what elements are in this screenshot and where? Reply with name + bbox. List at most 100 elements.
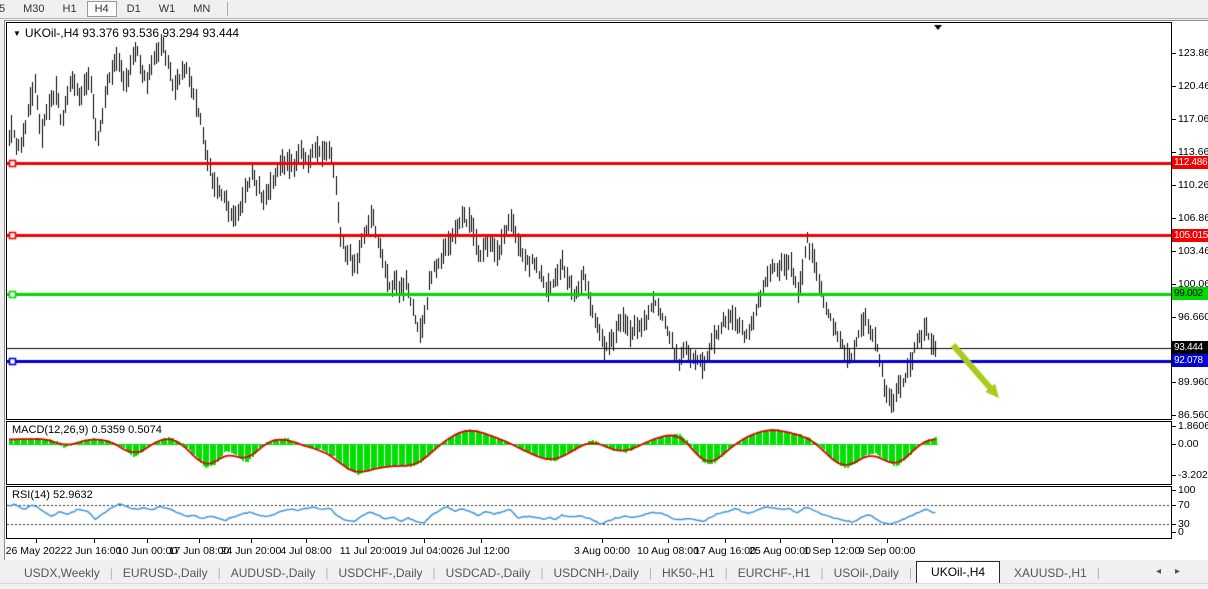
tab-separator: | <box>1097 566 1100 583</box>
time-axis-label: 24 Jun 20:00 <box>221 545 282 557</box>
rsi-axis-label: 0 <box>1178 526 1184 538</box>
tab-eurchf-h1[interactable]: EURCHF-,H1 <box>728 563 821 583</box>
tab-usdx-weekly[interactable]: USDX,Weekly <box>14 563 110 583</box>
macd-axis-tick <box>1171 444 1176 445</box>
timeframe-h1-button[interactable]: H1 <box>55 1 85 17</box>
time-axis-tick <box>481 539 482 543</box>
chart-title-text: UKOil-,H4 93.376 93.536 93.294 93.444 <box>25 26 239 40</box>
price-axis-tick <box>1171 185 1176 186</box>
price-axis-label: 110.260 <box>1178 179 1208 191</box>
tab-ukoil-h4[interactable]: UKOil-,H4 <box>916 561 1000 583</box>
rsi-label: RSI(14) 52.9632 <box>12 489 93 501</box>
tab-xauusd-h1[interactable]: XAUUSD-,H1 <box>1004 563 1097 583</box>
tab-separator: | <box>909 566 912 583</box>
time-axis-label: 19 Jul 04:00 <box>395 545 452 557</box>
time-axis-label: 25 Aug 00:00 <box>749 545 811 557</box>
price-axis-tick <box>1171 251 1176 252</box>
price-tag-93-444: 93.444 <box>1172 341 1208 354</box>
price-axis-label: 120.460 <box>1178 80 1208 92</box>
price-axis-tick <box>1171 317 1176 318</box>
rsi-axis-label: 100 <box>1178 484 1196 496</box>
price-tag-105-015: 105.015 <box>1172 229 1208 242</box>
time-axis-label: 10 Aug 08:00 <box>637 545 699 557</box>
timeframe-m30-button[interactable]: M30 <box>15 1 52 17</box>
tab-usdchf-daily[interactable]: USDCHF-,Daily <box>329 563 433 583</box>
price-tag-112-486: 112.486 <box>1172 156 1208 169</box>
price-axis-label: 89.960 <box>1178 376 1208 388</box>
macd-axis-tick <box>1171 426 1176 427</box>
macd-panel[interactable] <box>6 421 1172 485</box>
rsi-axis-tick <box>1171 524 1176 525</box>
time-axis-tick <box>94 539 95 543</box>
price-axis-label: 117.060 <box>1178 113 1208 125</box>
time-axis-label: 11 Jul 20:00 <box>340 545 396 557</box>
price-axis-tick <box>1171 86 1176 87</box>
time-axis-tick <box>368 539 369 543</box>
time-axis-tick <box>251 539 252 543</box>
timeframe-d1-button[interactable]: D1 <box>119 1 149 17</box>
macd-axis-label: 0.00 <box>1178 438 1198 450</box>
rsi-axis-label: 70 <box>1178 499 1190 511</box>
price-axis-label: 123.860 <box>1178 47 1208 59</box>
status-strip <box>0 583 1208 589</box>
time-axis-tick <box>668 539 669 543</box>
tab-audusd-daily[interactable]: AUDUSD-,Daily <box>221 563 326 583</box>
price-axis-tick <box>1171 152 1176 153</box>
time-axis-label: 26 Jul 12:00 <box>452 545 509 557</box>
macd-axis-tick <box>1171 475 1176 476</box>
rsi-canvas[interactable] <box>7 487 1171 538</box>
timeframe-5-button[interactable]: 5 <box>0 1 13 17</box>
price-axis-tick <box>1171 53 1176 54</box>
tab-scroll-arrows: ◂▸ <box>1156 566 1194 577</box>
timeframe-h4-button[interactable]: H4 <box>87 1 117 17</box>
price-chart-panel[interactable] <box>6 22 1172 420</box>
tab-usdcad-daily[interactable]: USDCAD-,Daily <box>436 563 541 583</box>
macd-label: MACD(12,26,9) 0.5359 0.5074 <box>12 424 162 436</box>
time-axis-label: 1 Sep 12:00 <box>804 545 861 557</box>
time-axis-tick <box>147 539 148 543</box>
tab-scroll-right-button[interactable]: ▸ <box>1175 566 1194 577</box>
rsi-panel[interactable] <box>6 486 1172 539</box>
time-axis-label: 4 Jul 08:00 <box>280 545 331 557</box>
price-axis-label: 106.860 <box>1178 212 1208 224</box>
price-tag-92-078: 92.078 <box>1172 354 1208 367</box>
price-tag-99-002: 99.002 <box>1172 287 1208 300</box>
price-chart-canvas[interactable] <box>7 23 1171 419</box>
tab-hk50-h1[interactable]: HK50-,H1 <box>652 563 725 583</box>
price-axis-tick <box>1171 415 1176 416</box>
time-axis-tick <box>887 539 888 543</box>
collapse-triangle-icon[interactable]: ▼ <box>13 29 21 38</box>
tab-scroll-left-button[interactable]: ◂ <box>1156 566 1175 577</box>
toolbar-separator <box>227 2 228 16</box>
time-axis-tick <box>306 539 307 543</box>
chart-tab-bar: USDX,Weekly|EURUSD-,Daily|AUDUSD-,Daily|… <box>0 560 1208 583</box>
rsi-axis-tick <box>1171 532 1176 533</box>
timeframe-mn-button[interactable]: MN <box>185 1 218 17</box>
price-axis-label: 96.660 <box>1178 311 1208 323</box>
macd-axis-label: -3.2023 <box>1178 469 1208 481</box>
time-axis-tick <box>36 539 37 543</box>
time-axis-label: 2 Jun 16:00 <box>67 545 122 557</box>
time-axis-label: 26 May 2022 <box>6 545 67 557</box>
rsi-axis-tick <box>1171 490 1176 491</box>
price-axis-tick <box>1171 382 1176 383</box>
time-axis-tick <box>832 539 833 543</box>
timeframe-w1-button[interactable]: W1 <box>151 1 184 17</box>
chart-title: ▼ UKOil-,H4 93.376 93.536 93.294 93.444 <box>13 26 239 40</box>
rsi-axis-tick <box>1171 505 1176 506</box>
tab-usdcnh-daily[interactable]: USDCNH-,Daily <box>543 563 648 583</box>
price-axis-tick <box>1171 119 1176 120</box>
price-axis-label: 103.460 <box>1178 245 1208 257</box>
tab-usoil-daily[interactable]: USOil-,Daily <box>824 563 909 583</box>
macd-axis-label: 1.8606 <box>1178 420 1208 432</box>
time-axis-tick <box>780 539 781 543</box>
time-axis-tick <box>424 539 425 543</box>
time-axis-label: 3 Aug 00:00 <box>574 545 630 557</box>
time-axis-tick <box>725 539 726 543</box>
timeframe-toolbar: 5M30H1H4D1W1MN <box>0 0 1208 19</box>
macd-canvas[interactable] <box>7 422 1171 484</box>
price-axis-tick <box>1171 218 1176 219</box>
tab-eurusd-daily[interactable]: EURUSD-,Daily <box>113 563 218 583</box>
price-axis-tick <box>1171 284 1176 285</box>
time-axis-tick <box>602 539 603 543</box>
